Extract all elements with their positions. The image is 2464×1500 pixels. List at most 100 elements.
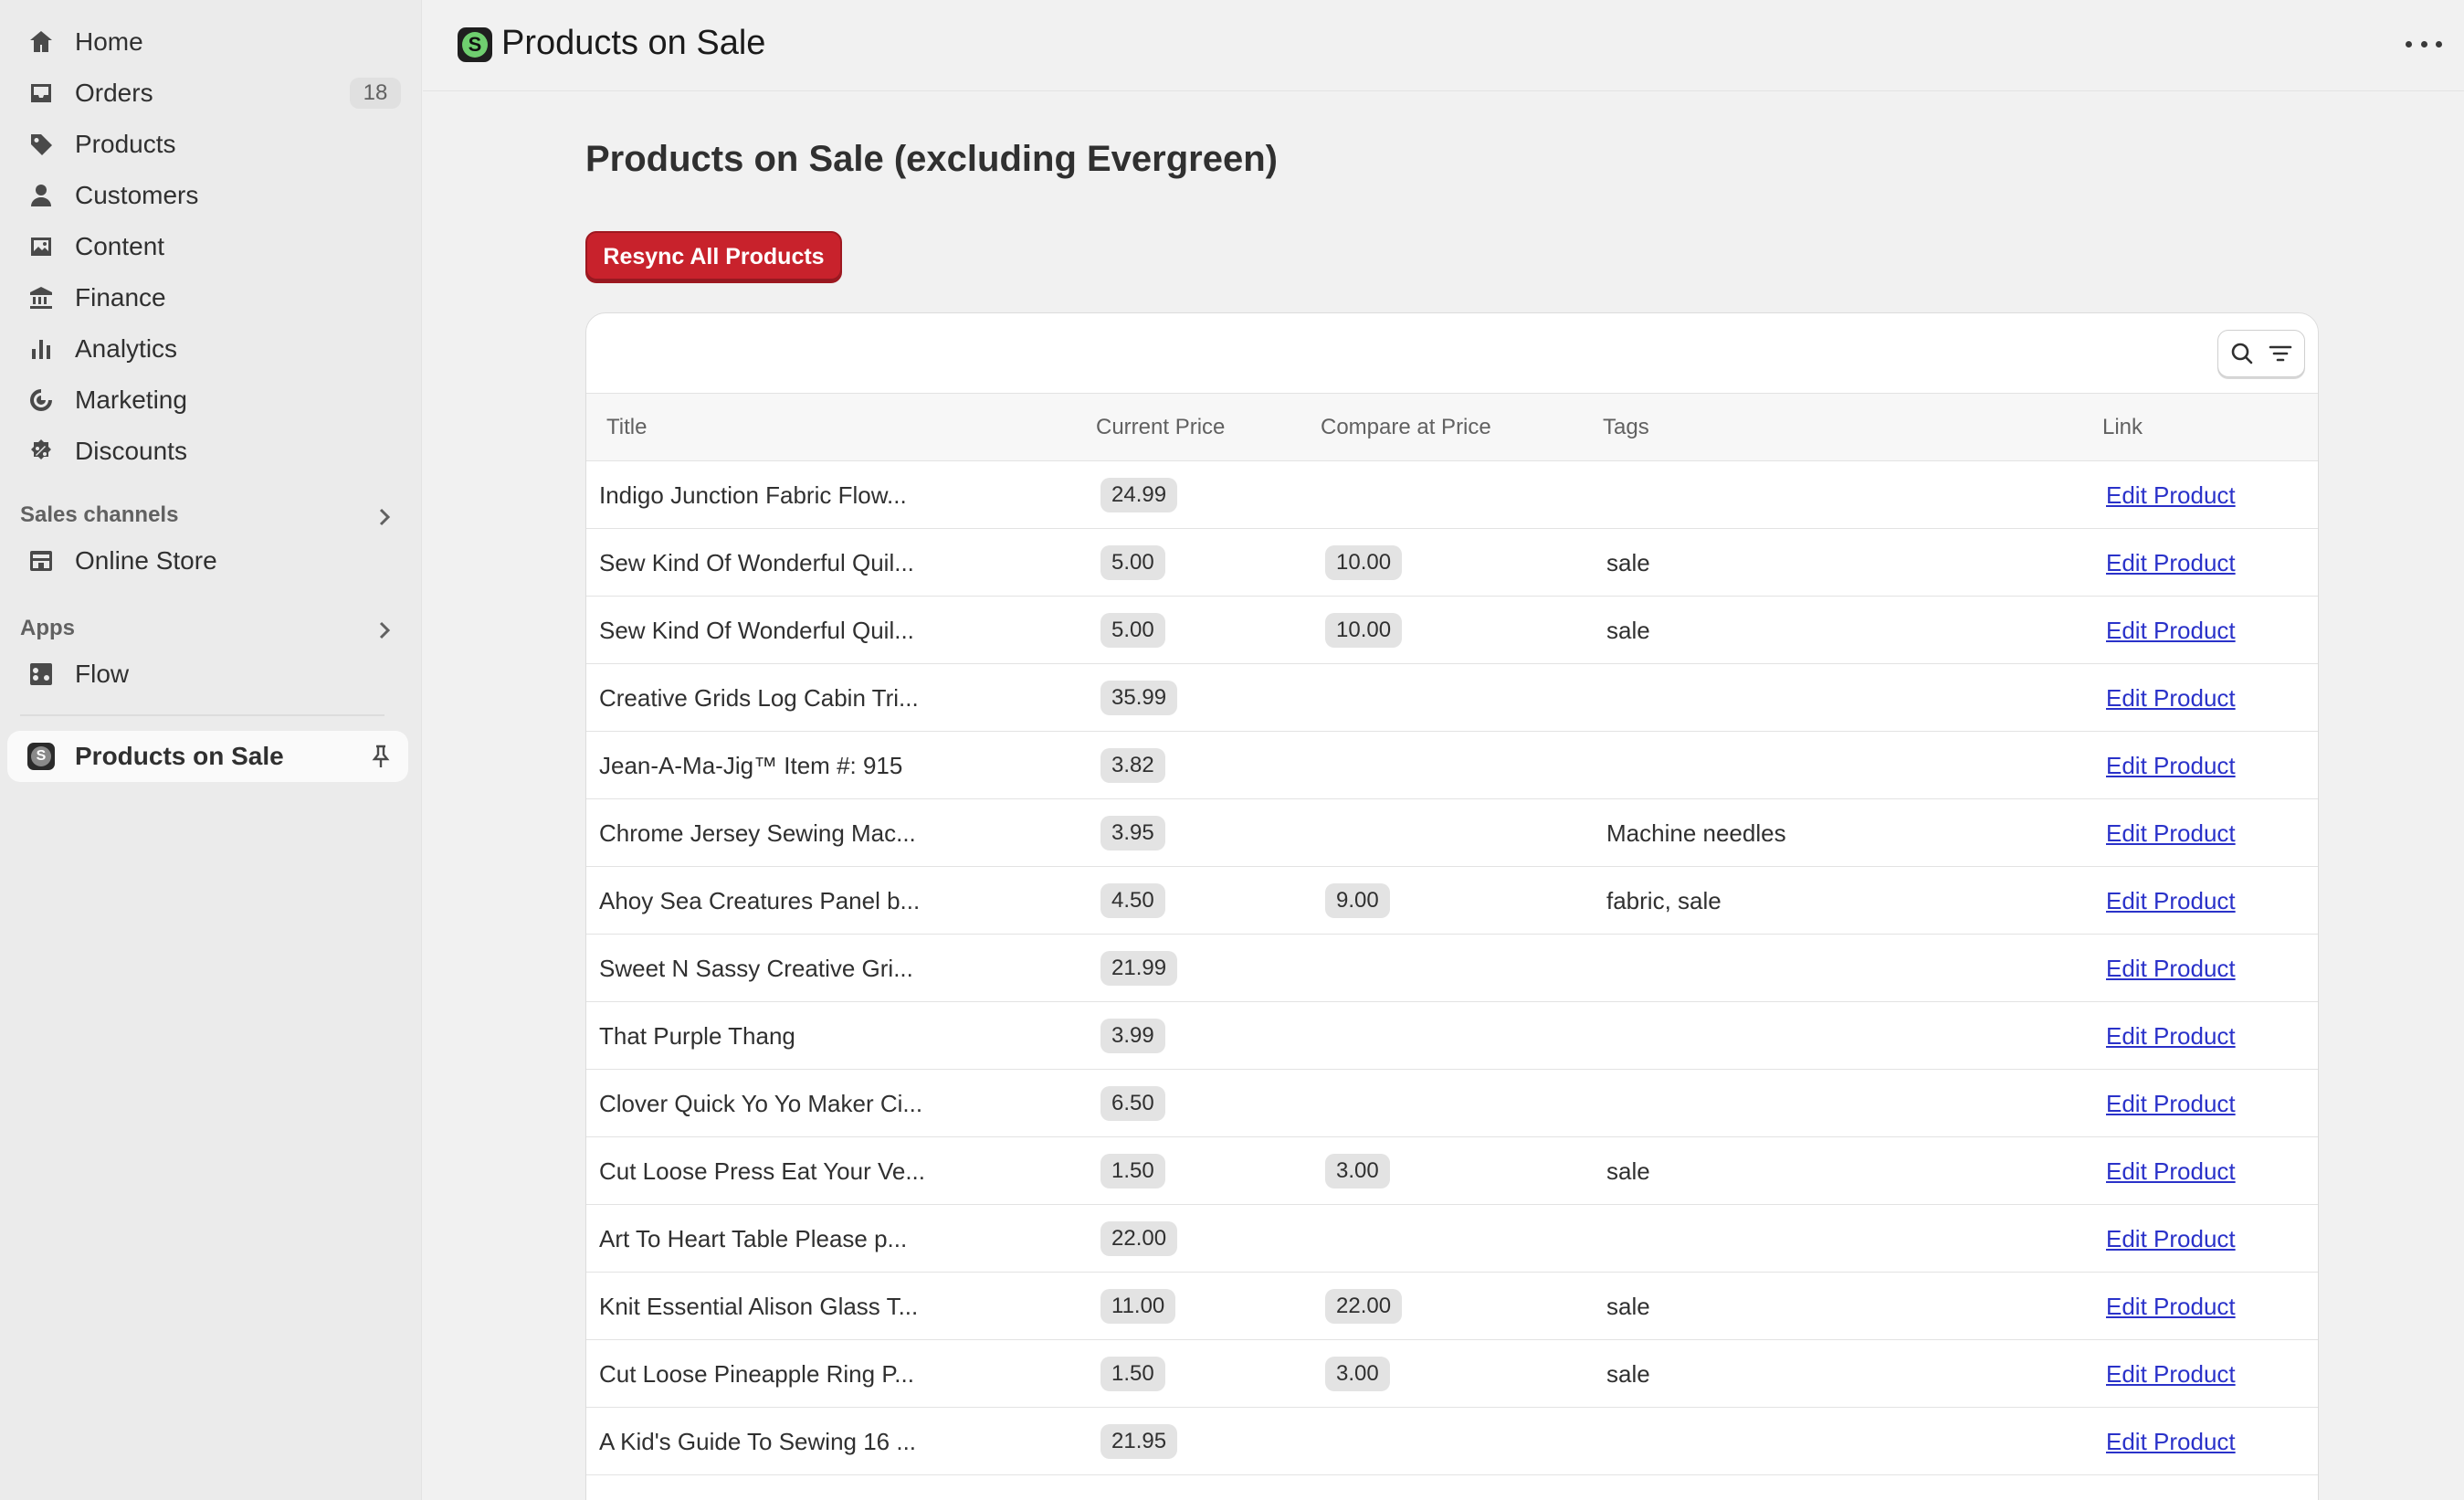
sidebar-item-label: Home — [75, 27, 143, 56]
cell-link-value[interactable]: Edit Product — [2106, 752, 2236, 780]
table-header: Title Current Price Compare at Price Tag… — [586, 394, 2318, 461]
resync-all-products-button[interactable]: Resync All Products — [585, 231, 842, 283]
cell-current-price: 3.82 — [1100, 732, 1165, 799]
cell-title-value: Creative Grids Log Cabin Tri... — [599, 683, 919, 712]
cell-link-value[interactable]: Edit Product — [2106, 1428, 2236, 1456]
sidebar-nav: Home Orders 18 Products Customers Content Fina… — [0, 16, 421, 477]
cell-link-value[interactable]: Edit Product — [2106, 955, 2236, 983]
store-icon — [26, 545, 57, 576]
table-row[interactable]: A Kid's Guide To Sewing 16 ... 21.95 Edit … — [586, 1408, 2318, 1475]
cell-title-value: Chrome Jersey Sewing Mac... — [599, 819, 916, 847]
cell-compare-price: 3.00 — [1325, 1340, 1390, 1408]
sidebar-item-discounts[interactable]: Discounts — [7, 426, 408, 477]
column-header-current-price[interactable]: Current Price — [1096, 394, 1225, 461]
table-toolbar — [586, 313, 2318, 394]
apps-label: Apps — [20, 616, 75, 640]
cell-current-price-value: 21.95 — [1100, 1424, 1178, 1459]
cell-link: Edit Product — [2106, 1205, 2236, 1273]
table-row[interactable]: Ahoy Sea Creatures Panel b... 4.50 9.00 fab… — [586, 867, 2318, 935]
table-row[interactable]: Indigo Junction Fabric Flow... 24.99 Edit … — [586, 461, 2318, 529]
sidebar-item-label: Orders — [75, 79, 153, 107]
cell-link: Edit Product — [2106, 664, 2236, 732]
table-row[interactable]: Cut Loose Press Eat Your Ve... 1.50 3.00 sa… — [586, 1137, 2318, 1205]
table-row[interactable]: Sweet N Sassy Creative Gri... 21.99 Edit P… — [586, 935, 2318, 1002]
cell-link-value[interactable]: Edit Product — [2106, 887, 2236, 915]
cell-link: Edit Product — [2106, 1070, 2236, 1137]
cell-title-value: Indigo Junction Fabric Flow... — [599, 481, 907, 509]
cell-title-value: Clover Quick Yo Yo Maker Ci... — [599, 1089, 923, 1117]
sidebar-item-flow[interactable]: Flow — [7, 649, 408, 700]
tag-icon — [26, 129, 57, 160]
cell-link: Edit Product — [2106, 1137, 2236, 1205]
sidebar-item-label: Analytics — [75, 334, 178, 363]
column-header-link[interactable]: Link — [2102, 394, 2143, 461]
table-row[interactable]: Jean-A-Ma-Jig™ Item #: 915 3.82 Edit Produ… — [586, 732, 2318, 799]
table-row[interactable]: Cut Loose Pineapple Ring P... 1.50 3.00 sal… — [586, 1340, 2318, 1408]
cell-link-value[interactable]: Edit Product — [2106, 684, 2236, 713]
cell-tags: sale — [1606, 1137, 1650, 1205]
cell-title-value: Cut Loose Press Eat Your Ve... — [599, 1157, 926, 1185]
sidebar-item-products[interactable]: Products — [7, 119, 408, 170]
filter-icon — [2269, 345, 2291, 362]
cell-title: Creative Grids Log Cabin Tri... — [599, 664, 919, 732]
table-row[interactable]: Creative Grids Log Cabin Tri... 35.99 Edit… — [586, 664, 2318, 732]
pin-icon[interactable] — [366, 742, 395, 771]
search-icon — [2232, 343, 2253, 364]
column-header-title[interactable]: Title — [606, 394, 647, 461]
sidebar-item-orders[interactable]: Orders 18 — [7, 68, 408, 119]
flow-icon — [26, 659, 57, 690]
chevron-right-icon — [374, 506, 395, 528]
table-body: Indigo Junction Fabric Flow... 24.99 Edit … — [586, 461, 2318, 1475]
cell-compare-price-value: 9.00 — [1325, 883, 1390, 918]
cell-tags: sale — [1606, 597, 1650, 664]
apps-header[interactable]: Apps — [7, 608, 408, 649]
table-row[interactable]: Clover Quick Yo Yo Maker Ci... 6.50 Edit P… — [586, 1070, 2318, 1137]
table-row[interactable]: Sew Kind Of Wonderful Quil... 5.00 10.00 sa… — [586, 597, 2318, 664]
sidebar-item-label: Content — [75, 232, 165, 260]
sidebar-item-marketing[interactable]: Marketing — [7, 375, 408, 426]
sidebar-item-content[interactable]: Content — [7, 221, 408, 272]
cell-link-value[interactable]: Edit Product — [2106, 1090, 2236, 1118]
cell-tags: sale — [1606, 1273, 1650, 1340]
cell-compare-price-value: 10.00 — [1325, 613, 1403, 648]
cell-compare-price: 3.00 — [1325, 1137, 1390, 1205]
sidebar-item-label: Products — [75, 130, 176, 158]
cell-tags-value: sale — [1606, 1157, 1650, 1185]
search-filter-button[interactable] — [2217, 330, 2305, 377]
cell-current-price-value: 5.00 — [1100, 545, 1165, 580]
sidebar-item-home[interactable]: Home — [7, 16, 408, 68]
cell-link-value[interactable]: Edit Product — [2106, 549, 2236, 577]
column-header-tags[interactable]: Tags — [1603, 394, 1649, 461]
column-header-compare-price[interactable]: Compare at Price — [1321, 394, 1491, 461]
more-actions-icon[interactable] — [2406, 27, 2442, 60]
cell-link-value[interactable]: Edit Product — [2106, 1360, 2236, 1389]
table-row[interactable]: Knit Essential Alison Glass T... 11.00 22.… — [586, 1273, 2318, 1340]
cell-title: Cut Loose Pineapple Ring P... — [599, 1340, 914, 1408]
cell-title: Indigo Junction Fabric Flow... — [599, 461, 907, 529]
app-title: Products on Sale — [501, 24, 766, 62]
sidebar-item-products-on-sale[interactable]: S Products on Sale — [7, 731, 408, 782]
cell-tags: Machine needles — [1606, 799, 1786, 867]
cell-link-value[interactable]: Edit Product — [2106, 1293, 2236, 1321]
cell-title-value: Ahoy Sea Creatures Panel b... — [599, 886, 921, 914]
cell-current-price: 3.99 — [1100, 1002, 1165, 1070]
cell-link-value[interactable]: Edit Product — [2106, 481, 2236, 510]
cell-link-value[interactable]: Edit Product — [2106, 1225, 2236, 1253]
sidebar-item-online-store[interactable]: Online Store — [7, 535, 408, 586]
sidebar-item-analytics[interactable]: Analytics — [7, 323, 408, 375]
sales-channels-header[interactable]: Sales channels — [7, 495, 408, 535]
table-row[interactable]: That Purple Thang 3.99 Edit Product — [586, 1002, 2318, 1070]
cell-tags-value: sale — [1606, 1359, 1650, 1388]
cell-link-value[interactable]: Edit Product — [2106, 1157, 2236, 1186]
cell-link-value[interactable]: Edit Product — [2106, 819, 2236, 848]
cell-tags: fabric, sale — [1606, 867, 1722, 935]
sidebar-item-finance[interactable]: Finance — [7, 272, 408, 323]
table-row[interactable]: Sew Kind Of Wonderful Quil... 5.00 10.00 sa… — [586, 529, 2318, 597]
table-row[interactable]: Art To Heart Table Please p... 22.00 Edit … — [586, 1205, 2318, 1273]
cell-title-value: A Kid's Guide To Sewing 16 ... — [599, 1427, 917, 1455]
table-row[interactable]: Chrome Jersey Sewing Mac... 3.95 Machine n… — [586, 799, 2318, 867]
sidebar-item-customers[interactable]: Customers — [7, 170, 408, 221]
cell-link-value[interactable]: Edit Product — [2106, 617, 2236, 645]
cell-link-value[interactable]: Edit Product — [2106, 1022, 2236, 1051]
cell-compare-price: 22.00 — [1325, 1273, 1403, 1340]
